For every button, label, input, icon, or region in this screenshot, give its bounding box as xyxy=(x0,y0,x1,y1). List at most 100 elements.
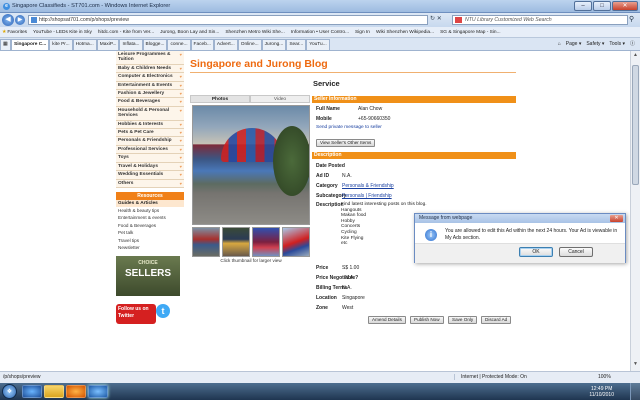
guide-link[interactable]: Entertainment & events xyxy=(116,214,184,221)
mobile-value: +65-90660350 xyxy=(358,116,391,122)
thumbnail-1[interactable] xyxy=(192,227,220,257)
title-divider xyxy=(190,72,516,73)
choice-sellers-banner[interactable]: CHOICE SELLERS xyxy=(116,256,180,297)
category-item[interactable]: Baby & Children Needs xyxy=(116,64,184,74)
ie-taskbar-icon[interactable] xyxy=(22,385,42,398)
back-icon[interactable]: ◀ xyxy=(2,14,14,26)
tab[interactable]: Advert... xyxy=(213,39,238,50)
tab[interactable]: Hotma... xyxy=(72,39,97,50)
favorites-bar: ★Favorites YouTube - LEDs Kite in Sky hitd… xyxy=(0,27,640,38)
twitter-follow-badge[interactable]: Follow us on Twitter t xyxy=(116,304,170,325)
category-item[interactable]: Leisure Programmes & Tuition xyxy=(116,51,184,65)
maximize-button[interactable]: □ xyxy=(593,1,611,11)
billing-label: Billing Terms xyxy=(316,285,348,291)
category-item[interactable]: Wedding Essentials xyxy=(116,171,184,180)
zoom-level[interactable]: 100% xyxy=(598,374,611,380)
category-item[interactable]: Others xyxy=(116,179,184,188)
show-desktop-button[interactable] xyxy=(630,383,640,400)
tab-photos[interactable]: Photos xyxy=(190,95,250,103)
guide-link[interactable]: Travel tips xyxy=(116,237,184,244)
fav-item[interactable]: Information • User Contro... xyxy=(291,27,349,37)
guide-link[interactable]: Newsletter xyxy=(116,244,184,251)
thumbnail-3[interactable] xyxy=(252,227,280,257)
tab-active[interactable]: Singapore C... xyxy=(11,39,50,50)
search-input[interactable]: NTU Library Customized Web Search xyxy=(452,15,628,25)
send-message-link[interactable]: Send private message to seller xyxy=(316,125,382,130)
favorites-star-icon[interactable]: ★ xyxy=(2,27,6,37)
adid-label: Ad ID xyxy=(316,173,330,179)
explorer-taskbar-icon[interactable] xyxy=(44,385,64,398)
tab[interactable]: conne... xyxy=(167,39,191,50)
save-only-button[interactable]: Save Only xyxy=(448,316,478,324)
scroll-down-icon[interactable]: ▼ xyxy=(632,361,639,370)
tab[interactable]: Inflata... xyxy=(119,39,143,50)
category-item[interactable]: Household & Personal Services xyxy=(116,106,184,121)
category-item[interactable]: Travel & Holidays xyxy=(116,162,184,172)
search-icon[interactable]: ⚲ xyxy=(629,15,639,25)
view-other-items-button[interactable]: View Seller's Other Items xyxy=(316,139,376,147)
address-bar: ◀ ▶ http://shopsat701.com/p/shops/previe… xyxy=(0,13,640,27)
window-title: Singapore Classifieds - ST701.com - Wind… xyxy=(12,3,171,9)
home-icon[interactable]: ⌂ xyxy=(558,38,561,50)
amend-details-button[interactable]: Amend Details xyxy=(368,316,406,324)
discard-ad-button[interactable]: Discard Ad xyxy=(481,316,512,324)
fav-item[interactable]: Favorites xyxy=(7,27,27,37)
category-item[interactable]: Personals & Friendship xyxy=(116,137,184,146)
minimize-button[interactable]: – xyxy=(574,1,592,11)
tab-video[interactable]: Video xyxy=(250,95,310,103)
ie-active-taskbar-icon[interactable] xyxy=(88,385,108,398)
category-item[interactable]: Hobbies & Interests xyxy=(116,120,184,130)
url-input[interactable]: http://shopsat701.com/p/shops/preview xyxy=(28,15,428,25)
fav-item[interactable]: Jurong, Boon Lay and Sin... xyxy=(160,27,219,37)
forward-icon[interactable]: ▶ xyxy=(15,15,25,25)
tab[interactable]: YouTu... xyxy=(306,39,330,50)
help-icon[interactable]: Ⓘ xyxy=(630,38,635,50)
quick-tabs-icon[interactable]: ▦ xyxy=(0,39,11,50)
tab[interactable]: Online... xyxy=(237,39,262,50)
category-item[interactable]: Pets & Pet Care xyxy=(116,129,184,138)
publish-now-button[interactable]: Publish Now xyxy=(410,316,444,324)
scroll-up-icon[interactable]: ▲ xyxy=(632,52,639,61)
category-item[interactable]: Food & Beverages xyxy=(116,98,184,107)
fav-item[interactable]: SG & Singapore Map - Sin... xyxy=(440,27,501,37)
tab[interactable]: Blogge... xyxy=(142,39,168,50)
tab[interactable]: MaxiP... xyxy=(96,39,120,50)
scroll-thumb[interactable] xyxy=(632,65,639,185)
tab[interactable]: Jurong... xyxy=(261,39,287,50)
refresh-icon[interactable]: ↻ ✕ xyxy=(430,15,442,22)
media-player-taskbar-icon[interactable] xyxy=(66,385,86,398)
thumbnail-4[interactable] xyxy=(282,227,310,257)
category-item[interactable]: Toys xyxy=(116,154,184,163)
fav-item[interactable]: Sign In xyxy=(355,27,370,37)
tab[interactable]: Faceb... xyxy=(190,39,214,50)
category-row: Category Personals & Friendship xyxy=(316,183,394,189)
category-item[interactable]: Professional Services xyxy=(116,145,184,155)
category-item[interactable]: Computer & Electronics xyxy=(116,73,184,82)
fav-item[interactable]: Shenzhen Metro Wiki She... xyxy=(225,27,284,37)
category-item[interactable]: Fashion & Jewellery xyxy=(116,90,184,99)
thumbnail-2[interactable] xyxy=(222,227,250,257)
tools-menu[interactable]: Tools ▾ xyxy=(609,38,625,50)
cancel-button[interactable]: Cancel xyxy=(559,247,593,257)
fav-item[interactable]: hitdc.com - Kite from Ver... xyxy=(98,27,154,37)
ok-button[interactable]: OK xyxy=(519,247,553,257)
guide-link[interactable]: Health & beauty tips xyxy=(116,207,184,214)
category-item[interactable]: Entertainment & Events xyxy=(116,81,184,91)
fav-item[interactable]: Wiki Shenzhen Wikipedia... xyxy=(376,27,434,37)
subcategory-link[interactable]: Personals | Friendship xyxy=(342,193,392,199)
page-menu[interactable]: Page ▾ xyxy=(566,38,582,50)
category-link[interactable]: Personals & Friendship xyxy=(342,183,394,189)
url-text: http://shopsat701.com/p/shops/preview xyxy=(39,17,129,23)
guide-link[interactable]: Pet talk xyxy=(116,229,184,236)
safety-menu[interactable]: Safety ▾ xyxy=(586,38,604,50)
search-provider-icon xyxy=(455,17,462,23)
guide-link[interactable]: Food & Beverages xyxy=(116,222,184,229)
tab[interactable]: Sear... xyxy=(286,39,307,50)
start-button[interactable]: ❖ xyxy=(2,384,17,399)
vertical-scrollbar[interactable]: ▲ ▼ xyxy=(630,51,640,371)
fav-item[interactable]: YouTube - LEDs Kite in Sky xyxy=(33,27,92,37)
system-clock[interactable]: 12:49 PM 11/10/2010 xyxy=(589,386,614,398)
dialog-close-button[interactable]: ✕ xyxy=(610,215,623,222)
tab[interactable]: kite Pr... xyxy=(49,39,73,50)
close-window-button[interactable]: ✕ xyxy=(612,1,638,11)
